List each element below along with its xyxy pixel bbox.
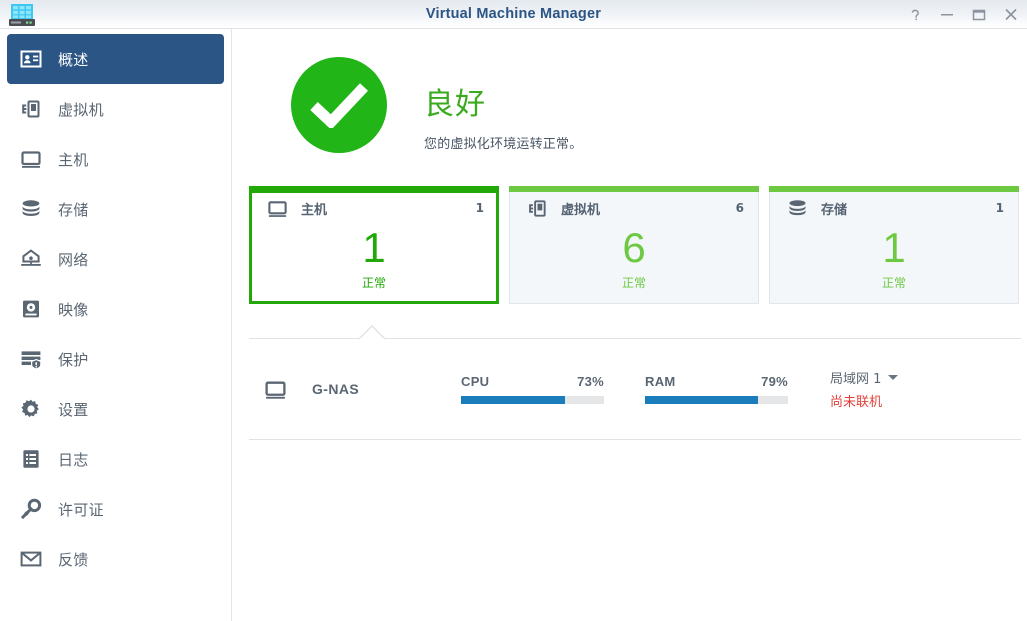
card-status: 正常 <box>361 276 386 290</box>
summary-card-virtual-machine[interactable]: 虚拟机 6 6 正常 <box>509 186 759 304</box>
ram-meter-track <box>645 396 788 404</box>
sidebar-item-label: 存储 <box>58 200 89 219</box>
sidebar-item-virtual-machine[interactable]: 虚拟机 <box>7 84 224 134</box>
sidebar-item-label: 虚拟机 <box>58 100 104 119</box>
cpu-meter-fill <box>461 396 566 404</box>
network-column: 局域网 1 尚未联机 <box>830 368 980 410</box>
window-title: Virtual Machine Manager <box>425 6 602 22</box>
sidebar-item-protection[interactable]: 保护 <box>7 334 224 384</box>
summary-card-host[interactable]: 主机 1 1 正常 <box>249 186 499 304</box>
host-monitor-icon <box>266 197 288 219</box>
sidebar-item-label: 保护 <box>58 350 89 369</box>
card-value: 1 <box>362 224 386 271</box>
card-title: 主机 <box>301 202 328 218</box>
card-value: 6 <box>622 224 646 271</box>
minimize-button[interactable] <box>931 0 963 29</box>
card-value: 1 <box>882 224 906 271</box>
help-button[interactable] <box>899 0 931 29</box>
sidebar-item-label: 映像 <box>58 300 89 319</box>
sidebar-item-label: 许可证 <box>58 500 104 519</box>
virtual-machine-icon <box>18 96 44 122</box>
host-monitor-icon <box>18 146 44 172</box>
ram-label: RAM <box>645 374 676 389</box>
window-controls <box>899 0 1027 29</box>
card-title: 虚拟机 <box>561 202 601 218</box>
card-count: 1 <box>995 201 1004 215</box>
sidebar-item-host[interactable]: 主机 <box>7 134 224 184</box>
card-header: 主机 1 <box>252 192 496 224</box>
protection-shield-icon <box>18 346 44 372</box>
sidebar: 概述 虚拟机 主机 存储 网络 映像 保护 设置 日志 许可证 反馈 <box>0 29 232 621</box>
virtual-machine-icon <box>526 197 548 219</box>
card-header: 虚拟机 6 <box>510 192 758 224</box>
license-key-icon <box>18 496 44 522</box>
sidebar-item-log[interactable]: 日志 <box>7 434 224 484</box>
sidebar-item-image[interactable]: 映像 <box>7 284 224 334</box>
cpu-meter-header: CPU 73% <box>461 374 604 389</box>
host-row[interactable]: G-NAS CPU 73% RAM 79% 局域网 1 尚未联机 <box>249 339 1021 439</box>
feedback-envelope-icon <box>18 546 44 572</box>
sidebar-item-label: 反馈 <box>58 550 89 569</box>
overall-status-panel: 良好 您的虚拟化环境运转正常。 <box>233 43 1027 183</box>
host-monitor-icon <box>263 377 287 401</box>
card-status: 正常 <box>621 276 646 290</box>
gear-icon <box>18 396 44 422</box>
network-status: 尚未联机 <box>830 395 883 410</box>
detail-divider-bottom <box>249 439 1021 440</box>
sidebar-item-network[interactable]: 网络 <box>7 234 224 284</box>
title-bar: Virtual Machine Manager <box>0 0 1027 29</box>
cpu-meter: CPU 73% <box>461 374 604 404</box>
content-area: 良好 您的虚拟化环境运转正常。 主机 1 1 正常 虚拟机 6 6 正常 存储 … <box>233 29 1027 621</box>
sidebar-item-label: 网络 <box>58 250 89 269</box>
sidebar-item-label: 设置 <box>58 400 89 419</box>
summary-cards: 主机 1 1 正常 虚拟机 6 6 正常 存储 1 1 正常 <box>249 186 1021 304</box>
cpu-meter-track <box>461 396 604 404</box>
sidebar-item-storage[interactable]: 存储 <box>7 184 224 234</box>
card-title: 存储 <box>821 202 848 218</box>
cpu-value: 73% <box>577 374 604 389</box>
sidebar-item-label: 概述 <box>58 50 89 69</box>
sidebar-item-overview[interactable]: 概述 <box>7 34 224 84</box>
status-subtitle: 您的虚拟化环境运转正常。 <box>424 137 583 152</box>
overview-icon <box>18 46 44 72</box>
card-count: 6 <box>735 201 744 215</box>
vmm-window: Virtual Machine Manager 概述 虚拟机 主机 存储 网络 … <box>0 0 1027 621</box>
status-title: 良好 <box>424 87 486 122</box>
network-select-label: 局域网 1 <box>830 372 882 387</box>
ram-meter-fill <box>645 396 758 404</box>
ram-meter-header: RAM 79% <box>645 374 788 389</box>
close-button[interactable] <box>995 0 1027 29</box>
ram-meter: RAM 79% <box>645 374 788 404</box>
selected-card-pointer <box>358 325 386 340</box>
chevron-down-icon <box>888 375 899 380</box>
card-count: 1 <box>475 201 484 215</box>
network-icon <box>18 246 44 272</box>
sidebar-item-label: 日志 <box>58 450 89 469</box>
storage-database-icon <box>18 196 44 222</box>
sidebar-item-settings[interactable]: 设置 <box>7 384 224 434</box>
ram-value: 79% <box>761 374 788 389</box>
image-disk-icon <box>18 296 44 322</box>
card-status: 正常 <box>881 276 906 290</box>
cpu-label: CPU <box>461 374 490 389</box>
network-select[interactable]: 局域网 1 <box>830 368 980 387</box>
storage-database-icon <box>786 197 808 219</box>
maximize-button[interactable] <box>963 0 995 29</box>
sidebar-item-label: 主机 <box>58 150 89 169</box>
log-document-icon <box>18 446 44 472</box>
card-header: 存储 1 <box>770 192 1018 224</box>
sidebar-item-feedback[interactable]: 反馈 <box>7 534 224 584</box>
check-circle-icon <box>291 57 387 153</box>
summary-card-storage[interactable]: 存储 1 1 正常 <box>769 186 1019 304</box>
sidebar-item-license[interactable]: 许可证 <box>7 484 224 534</box>
host-name: G-NAS <box>312 381 360 397</box>
